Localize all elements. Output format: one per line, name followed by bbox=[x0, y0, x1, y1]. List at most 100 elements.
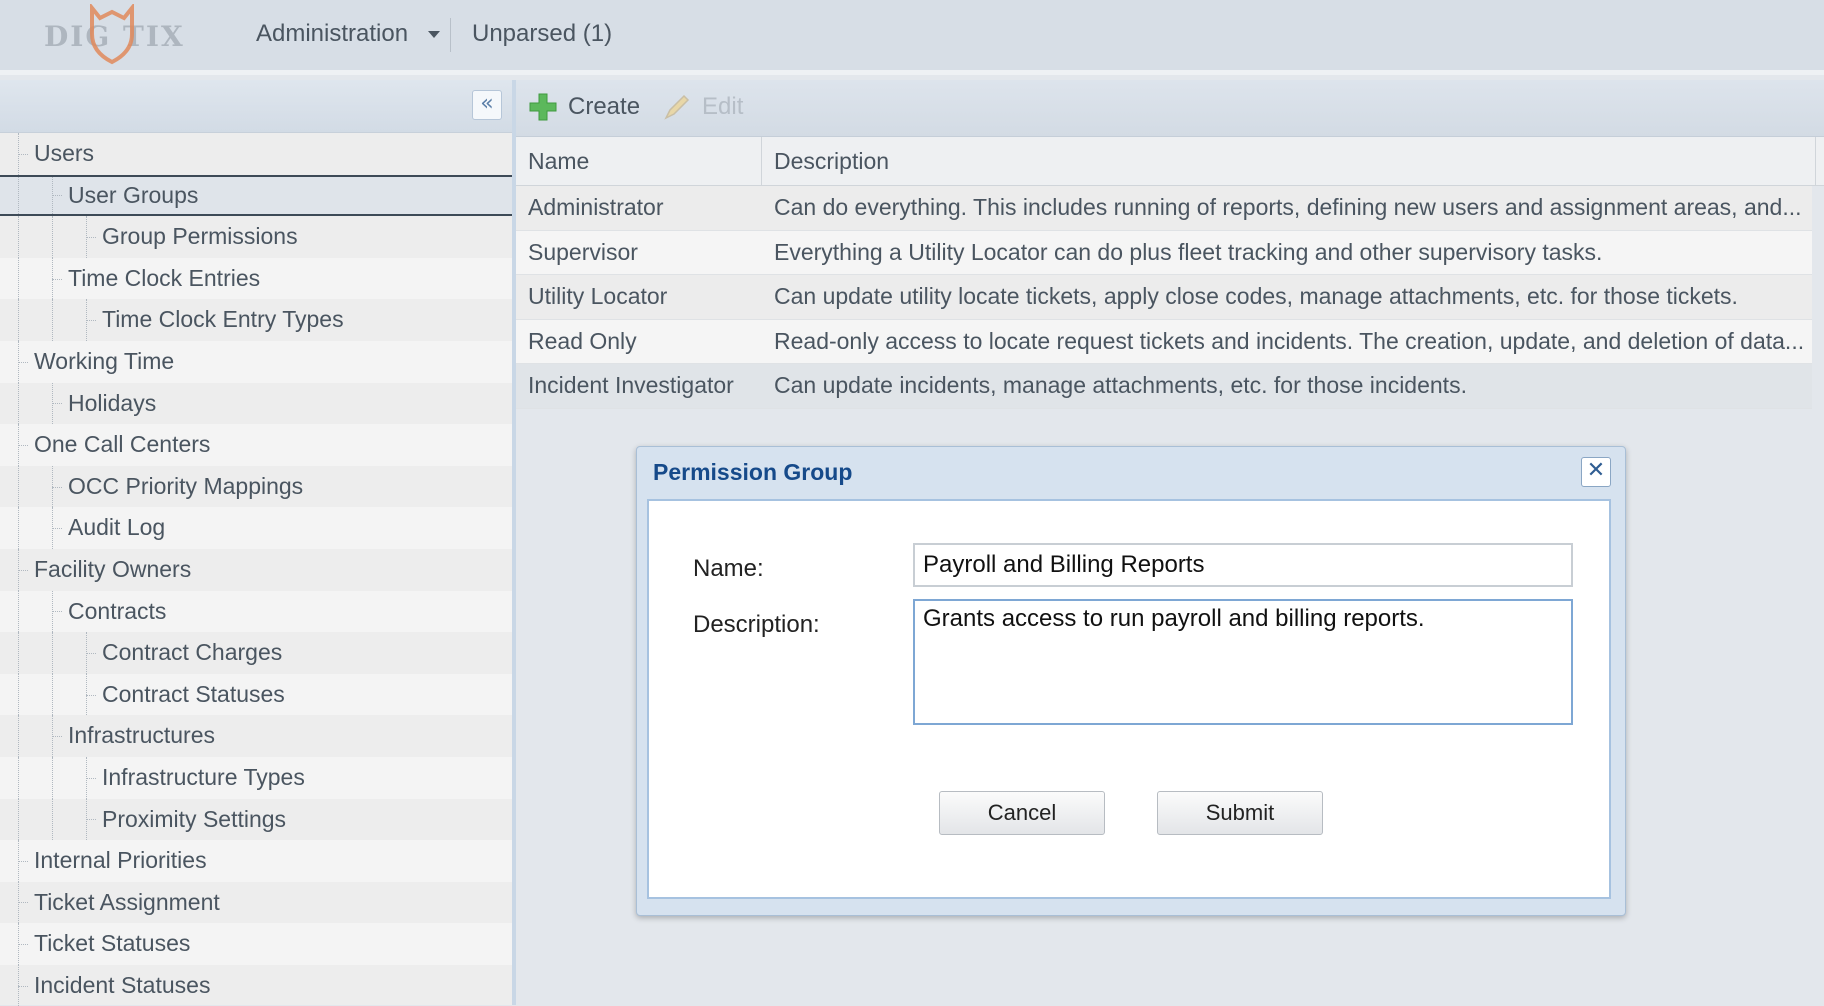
table-row[interactable]: Read Only Read-only access to locate requ… bbox=[516, 319, 1812, 365]
tree-guide bbox=[52, 673, 53, 716]
name-input[interactable] bbox=[913, 543, 1573, 587]
edit-button[interactable]: Edit bbox=[662, 92, 743, 122]
sidebar-item[interactable]: Time Clock Entry Types bbox=[0, 299, 512, 341]
sidebar-item-label: Audit Log bbox=[68, 514, 166, 541]
sidebar-item[interactable]: Holidays bbox=[0, 382, 512, 425]
sidebar-item-label: Contract Charges bbox=[102, 639, 283, 666]
close-icon[interactable]: ✕ bbox=[1581, 457, 1611, 487]
sidebar-item[interactable]: Contract Statuses bbox=[0, 673, 512, 716]
table-row[interactable]: Administrator Can do everything. This inc… bbox=[516, 186, 1812, 231]
sidebar-item-label: Incident Statuses bbox=[34, 971, 211, 998]
tree-elbow bbox=[52, 486, 62, 488]
sidebar-item[interactable]: Facility Owners bbox=[0, 548, 512, 591]
menu-divider bbox=[450, 18, 451, 52]
tree-elbow bbox=[18, 902, 28, 904]
tree-guide bbox=[18, 798, 19, 841]
cell-description: Can do everything. This includes running… bbox=[774, 194, 1802, 220]
sidebar-item-label: Users bbox=[34, 140, 95, 166]
sidebar-item[interactable]: Infrastructure Types bbox=[0, 756, 512, 799]
create-button[interactable]: Create bbox=[528, 92, 640, 122]
sidebar-item[interactable]: OCC Priority Mappings bbox=[0, 465, 512, 508]
sidebar: « Users User Groups Group Permissions Time … bbox=[0, 80, 516, 1006]
sidebar-item[interactable]: Incident Statuses bbox=[0, 964, 512, 1006]
cell-name: Utility Locator bbox=[528, 283, 668, 310]
sidebar-item[interactable]: Infrastructures bbox=[0, 715, 512, 757]
tree-elbow bbox=[18, 569, 28, 571]
sidebar-item-label: Working Time bbox=[34, 347, 175, 374]
table-row[interactable]: Utility Locator Can update utility locate… bbox=[516, 275, 1812, 320]
cancel-button[interactable]: Cancel bbox=[939, 791, 1105, 835]
tree-guide bbox=[52, 798, 53, 841]
tree-elbow bbox=[52, 278, 62, 280]
sidebar-item[interactable]: Ticket Statuses bbox=[0, 923, 512, 965]
sidebar-item-label: Holidays bbox=[68, 389, 157, 416]
cell-description: Can update utility locate tickets, apply… bbox=[774, 283, 1738, 310]
sidebar-item-label: Facility Owners bbox=[34, 555, 192, 582]
sidebar-item-label: Group Permissions bbox=[102, 223, 298, 250]
sidebar-item-label: Infrastructures bbox=[68, 722, 215, 749]
sidebar-item-label: Time Clock Entries bbox=[68, 264, 261, 291]
sidebar-item-label: Ticket Assignment bbox=[34, 888, 220, 915]
table-row[interactable]: Supervisor Everything a Utility Locator c… bbox=[516, 230, 1812, 276]
sidebar-item-label: Contracts bbox=[68, 597, 167, 624]
sidebar-item-label: Infrastructure Types bbox=[102, 763, 305, 790]
grid-toolbar: Create Edit bbox=[516, 80, 1824, 137]
sidebar-item[interactable]: Internal Priorities bbox=[0, 840, 512, 882]
description-label: Description: bbox=[693, 611, 820, 638]
app-logo[interactable]: DIG TIX bbox=[44, 4, 194, 65]
column-header-description[interactable]: Description bbox=[762, 137, 1816, 185]
tree-elbow bbox=[86, 777, 96, 779]
sidebar-item-label: Contract Statuses bbox=[102, 680, 285, 707]
tree-guide bbox=[18, 590, 19, 633]
column-header-name[interactable]: Name bbox=[516, 137, 762, 185]
cell-description: Can update incidents, manage attachments… bbox=[774, 372, 1467, 399]
sidebar-item-label: One Call Centers bbox=[34, 431, 211, 458]
cell-name: Administrator bbox=[528, 194, 664, 220]
tree-elbow bbox=[86, 652, 96, 654]
tree-guide bbox=[18, 632, 19, 674]
description-input[interactable]: Grants access to run payroll and billing… bbox=[913, 599, 1573, 725]
sidebar-item[interactable]: Audit Log bbox=[0, 507, 512, 549]
cell-name: Incident Investigator bbox=[528, 372, 734, 399]
tree-guide bbox=[18, 756, 19, 799]
sidebar-header: « bbox=[0, 80, 512, 133]
tree-elbow bbox=[86, 694, 96, 696]
dialog-title: Permission Group bbox=[653, 459, 853, 485]
tree-guide bbox=[18, 507, 19, 549]
tree-guide bbox=[18, 465, 19, 508]
tree-elbow bbox=[86, 236, 96, 238]
tree-elbow bbox=[52, 195, 62, 197]
administration-menu[interactable]: Administration bbox=[256, 20, 441, 48]
sidebar-item[interactable]: User Groups bbox=[0, 174, 512, 217]
sidebar-item[interactable]: Group Permissions bbox=[0, 216, 512, 258]
tree-elbow bbox=[18, 153, 28, 155]
sidebar-item[interactable]: Proximity Settings bbox=[0, 798, 512, 841]
dialog-body: Name: Description: Grants access to run … bbox=[647, 499, 1611, 899]
cell-description: Read-only access to locate request ticke… bbox=[774, 327, 1805, 354]
sidebar-item[interactable]: Time Clock Entries bbox=[0, 257, 512, 300]
double-chevron-left-icon[interactable]: « bbox=[472, 90, 502, 120]
table-row[interactable]: Incident Investigator Can update incident… bbox=[516, 364, 1812, 409]
plus-icon bbox=[529, 93, 557, 121]
sidebar-item[interactable]: One Call Centers bbox=[0, 424, 512, 466]
sidebar-item-label: Proximity Settings bbox=[102, 805, 287, 832]
create-button-label: Create bbox=[568, 93, 641, 120]
tree-elbow bbox=[86, 320, 96, 322]
submit-button[interactable]: Submit bbox=[1157, 791, 1323, 835]
unparsed-menu[interactable]: Unparsed (1) bbox=[472, 20, 612, 48]
tree-guide bbox=[52, 299, 53, 341]
tree-elbow bbox=[18, 944, 28, 946]
top-bar: DIG TIX Administration Unparsed (1) bbox=[0, 0, 1824, 75]
sidebar-item[interactable]: Ticket Assignment bbox=[0, 881, 512, 924]
sidebar-item[interactable]: Users bbox=[0, 133, 512, 175]
tree-elbow bbox=[52, 403, 62, 405]
grid-body: Administrator Can do everything. This inc… bbox=[516, 186, 1824, 409]
sidebar-item[interactable]: Contracts bbox=[0, 590, 512, 633]
tree-guide bbox=[18, 715, 19, 757]
sidebar-item[interactable]: Contract Charges bbox=[0, 632, 512, 674]
tree-guide bbox=[18, 299, 19, 341]
sidebar-item[interactable]: Working Time bbox=[0, 340, 512, 383]
tree-elbow bbox=[18, 444, 28, 446]
sidebar-tree: Users User Groups Group Permissions Time Cl… bbox=[0, 133, 512, 1006]
tree-elbow bbox=[52, 736, 62, 738]
